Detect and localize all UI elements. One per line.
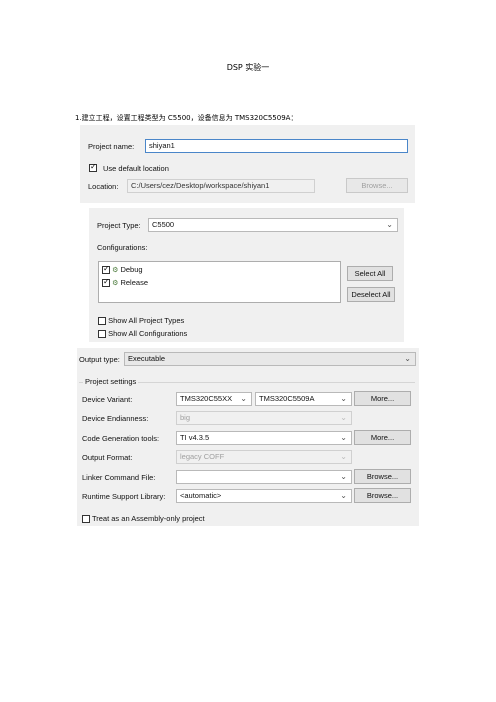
- chevron-down-icon: ⌄: [386, 220, 393, 229]
- device-family-select[interactable]: TMS320C55XX ⌄: [176, 392, 252, 406]
- use-default-location-label: Use default location: [103, 164, 169, 173]
- device-endianness-value: big: [180, 413, 191, 422]
- deselect-all-button[interactable]: Deselect All: [347, 287, 395, 302]
- project-settings-title: Project settings: [83, 377, 139, 386]
- list-item[interactable]: ✓ ⚙ Debug: [102, 264, 143, 275]
- config-label: Release: [120, 278, 148, 287]
- use-default-location-checkbox[interactable]: ✓: [89, 162, 97, 174]
- assembly-only-option[interactable]: Treat as an Assembly-only project: [82, 514, 205, 524]
- chevron-down-icon: ⌄: [340, 452, 347, 461]
- rts-select[interactable]: <automatic> ⌄: [176, 489, 352, 503]
- chevron-down-icon: ⌄: [340, 472, 347, 481]
- rts-label: Runtime Support Library:: [82, 492, 166, 501]
- code-gen-more-button[interactable]: More...: [354, 430, 411, 445]
- chevron-down-icon: ⌄: [340, 394, 347, 403]
- show-all-project-types-checkbox[interactable]: [98, 317, 106, 326]
- code-gen-value: TI v4.3.5: [180, 433, 210, 442]
- assembly-only-label: Treat as an Assembly-only project: [91, 514, 205, 523]
- device-more-button[interactable]: More...: [354, 391, 411, 406]
- device-variant-label: Device Variant:: [82, 395, 133, 404]
- chevron-down-icon: ⌄: [340, 413, 347, 422]
- configurations-list[interactable]: ✓ ⚙ Debug ✓ ⚙ Release: [98, 261, 341, 303]
- chevron-down-icon: ⌄: [340, 491, 347, 500]
- linker-cmd-select[interactable]: ⌄: [176, 470, 352, 484]
- step-1-text: 1.建立工程，设置工程类型为 C5500，设备信息为 TMS320C5509A：: [75, 114, 298, 122]
- list-item[interactable]: ✓ ⚙ Release: [102, 277, 148, 288]
- check-mark-icon: ✓: [103, 264, 110, 274]
- project-settings-panel: Output type: Executable ⌄ Project settin…: [77, 348, 419, 526]
- device-variant-value: TMS320C5509A: [259, 394, 315, 403]
- assembly-only-checkbox[interactable]: [82, 515, 90, 524]
- new-project-name-panel: Project name: shiyan1 ✓ Use default loca…: [80, 125, 415, 203]
- linker-cmd-label: Linker Command File:: [82, 473, 156, 482]
- project-name-input[interactable]: shiyan1: [145, 139, 408, 153]
- chevron-down-icon: ⌄: [404, 354, 411, 363]
- select-all-button[interactable]: Select All: [347, 266, 393, 281]
- output-type-label: Output type:: [79, 355, 120, 364]
- checkbox-box: ✓: [89, 162, 97, 172]
- document-title: DSP 实验一: [226, 63, 270, 72]
- output-type-value: Executable: [128, 354, 166, 363]
- project-name-label: Project name:: [88, 142, 135, 151]
- show-all-project-types-option[interactable]: Show All Project Types: [98, 316, 185, 326]
- output-format-select[interactable]: legacy COFF ⌄: [176, 450, 352, 464]
- check-mark-icon: ✓: [103, 277, 110, 287]
- config-icon: ⚙: [112, 280, 119, 287]
- project-type-panel: Project Type: C5500 ⌄ Configurations: ✓ …: [89, 208, 404, 342]
- show-all-configurations-checkbox[interactable]: [98, 330, 106, 339]
- chevron-down-icon: ⌄: [240, 394, 247, 403]
- linker-browse-button[interactable]: Browse...: [354, 469, 411, 484]
- chevron-down-icon: ⌄: [340, 433, 347, 442]
- device-family-value: TMS320C55XX: [180, 394, 233, 403]
- release-checkbox[interactable]: ✓: [102, 277, 110, 288]
- output-format-label: Output Format:: [82, 453, 133, 462]
- code-gen-select[interactable]: TI v4.3.5 ⌄: [176, 431, 352, 445]
- device-endianness-select[interactable]: big ⌄: [176, 411, 352, 425]
- debug-checkbox[interactable]: ✓: [102, 264, 110, 275]
- device-endianness-label: Device Endianness:: [82, 414, 149, 423]
- location-label: Location:: [88, 182, 119, 191]
- configurations-label: Configurations:: [97, 243, 148, 252]
- project-type-value: C5500: [152, 220, 175, 229]
- show-all-configurations-label: Show All Configurations: [108, 329, 188, 338]
- project-type-select[interactable]: C5500 ⌄: [148, 218, 398, 232]
- show-all-project-types-label: Show All Project Types: [108, 316, 185, 325]
- device-variant-select[interactable]: TMS320C5509A ⌄: [255, 392, 352, 406]
- rts-value: <automatic>: [180, 491, 222, 500]
- output-type-select[interactable]: Executable ⌄: [124, 352, 416, 366]
- config-label: Debug: [120, 265, 143, 274]
- code-gen-label: Code Generation tools:: [82, 434, 160, 443]
- show-all-configurations-option[interactable]: Show All Configurations: [98, 329, 188, 339]
- browse-location-button[interactable]: Browse...: [346, 178, 408, 193]
- rts-browse-button[interactable]: Browse...: [354, 488, 411, 503]
- project-type-label: Project Type:: [97, 221, 141, 230]
- check-mark-icon: ✓: [90, 162, 97, 171]
- config-icon: ⚙: [112, 267, 119, 274]
- location-input[interactable]: C:/Users/cez/Desktop/workspace/shiyan1: [127, 179, 315, 193]
- output-format-value: legacy COFF: [180, 452, 225, 461]
